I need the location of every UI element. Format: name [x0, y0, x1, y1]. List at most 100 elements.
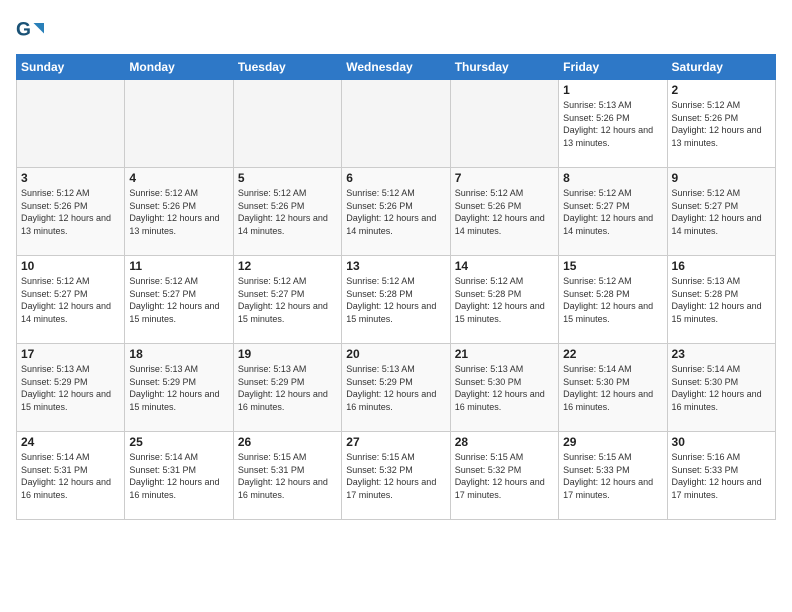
day-info: Sunrise: 5:14 AM Sunset: 5:30 PM Dayligh… — [563, 363, 662, 413]
weekday-header: Wednesday — [342, 55, 450, 80]
calendar-day-cell — [450, 80, 558, 168]
day-number: 25 — [129, 435, 228, 449]
day-number: 24 — [21, 435, 120, 449]
day-number: 17 — [21, 347, 120, 361]
day-info: Sunrise: 5:12 AM Sunset: 5:27 PM Dayligh… — [21, 275, 120, 325]
calendar-day-cell: 9 Sunrise: 5:12 AM Sunset: 5:27 PM Dayli… — [667, 168, 775, 256]
day-info: Sunrise: 5:14 AM Sunset: 5:31 PM Dayligh… — [21, 451, 120, 501]
day-info: Sunrise: 5:12 AM Sunset: 5:27 PM Dayligh… — [129, 275, 228, 325]
calendar-day-cell: 20 Sunrise: 5:13 AM Sunset: 5:29 PM Dayl… — [342, 344, 450, 432]
day-info: Sunrise: 5:12 AM Sunset: 5:27 PM Dayligh… — [238, 275, 337, 325]
day-info: Sunrise: 5:12 AM Sunset: 5:26 PM Dayligh… — [672, 99, 771, 149]
calendar-table: SundayMondayTuesdayWednesdayThursdayFrid… — [16, 54, 776, 520]
weekday-header: Monday — [125, 55, 233, 80]
calendar-day-cell: 23 Sunrise: 5:14 AM Sunset: 5:30 PM Dayl… — [667, 344, 775, 432]
day-number: 9 — [672, 171, 771, 185]
day-number: 14 — [455, 259, 554, 273]
day-number: 6 — [346, 171, 445, 185]
calendar-day-cell — [125, 80, 233, 168]
calendar-day-cell — [233, 80, 341, 168]
calendar-day-cell: 5 Sunrise: 5:12 AM Sunset: 5:26 PM Dayli… — [233, 168, 341, 256]
calendar-day-cell: 30 Sunrise: 5:16 AM Sunset: 5:33 PM Dayl… — [667, 432, 775, 520]
day-info: Sunrise: 5:13 AM Sunset: 5:26 PM Dayligh… — [563, 99, 662, 149]
day-info: Sunrise: 5:15 AM Sunset: 5:32 PM Dayligh… — [455, 451, 554, 501]
day-info: Sunrise: 5:15 AM Sunset: 5:31 PM Dayligh… — [238, 451, 337, 501]
calendar-day-cell: 8 Sunrise: 5:12 AM Sunset: 5:27 PM Dayli… — [559, 168, 667, 256]
day-number: 26 — [238, 435, 337, 449]
day-number: 29 — [563, 435, 662, 449]
day-info: Sunrise: 5:12 AM Sunset: 5:28 PM Dayligh… — [563, 275, 662, 325]
svg-text:G: G — [16, 19, 31, 40]
calendar-day-cell: 19 Sunrise: 5:13 AM Sunset: 5:29 PM Dayl… — [233, 344, 341, 432]
day-info: Sunrise: 5:16 AM Sunset: 5:33 PM Dayligh… — [672, 451, 771, 501]
logo-icon: G — [16, 16, 44, 44]
calendar-week-row: 24 Sunrise: 5:14 AM Sunset: 5:31 PM Dayl… — [17, 432, 776, 520]
day-number: 7 — [455, 171, 554, 185]
calendar-day-cell: 26 Sunrise: 5:15 AM Sunset: 5:31 PM Dayl… — [233, 432, 341, 520]
day-info: Sunrise: 5:12 AM Sunset: 5:27 PM Dayligh… — [563, 187, 662, 237]
day-info: Sunrise: 5:14 AM Sunset: 5:31 PM Dayligh… — [129, 451, 228, 501]
day-info: Sunrise: 5:12 AM Sunset: 5:28 PM Dayligh… — [455, 275, 554, 325]
calendar-day-cell: 27 Sunrise: 5:15 AM Sunset: 5:32 PM Dayl… — [342, 432, 450, 520]
day-info: Sunrise: 5:13 AM Sunset: 5:28 PM Dayligh… — [672, 275, 771, 325]
weekday-header: Thursday — [450, 55, 558, 80]
day-info: Sunrise: 5:13 AM Sunset: 5:29 PM Dayligh… — [129, 363, 228, 413]
day-number: 27 — [346, 435, 445, 449]
weekday-header: Saturday — [667, 55, 775, 80]
calendar-day-cell — [342, 80, 450, 168]
day-info: Sunrise: 5:12 AM Sunset: 5:26 PM Dayligh… — [21, 187, 120, 237]
day-info: Sunrise: 5:15 AM Sunset: 5:33 PM Dayligh… — [563, 451, 662, 501]
day-number: 5 — [238, 171, 337, 185]
day-info: Sunrise: 5:12 AM Sunset: 5:27 PM Dayligh… — [672, 187, 771, 237]
day-info: Sunrise: 5:13 AM Sunset: 5:29 PM Dayligh… — [238, 363, 337, 413]
calendar-day-cell: 11 Sunrise: 5:12 AM Sunset: 5:27 PM Dayl… — [125, 256, 233, 344]
day-number: 30 — [672, 435, 771, 449]
calendar-day-cell: 18 Sunrise: 5:13 AM Sunset: 5:29 PM Dayl… — [125, 344, 233, 432]
calendar-week-row: 10 Sunrise: 5:12 AM Sunset: 5:27 PM Dayl… — [17, 256, 776, 344]
weekday-header: Sunday — [17, 55, 125, 80]
calendar-day-cell: 3 Sunrise: 5:12 AM Sunset: 5:26 PM Dayli… — [17, 168, 125, 256]
day-info: Sunrise: 5:12 AM Sunset: 5:28 PM Dayligh… — [346, 275, 445, 325]
day-number: 2 — [672, 83, 771, 97]
logo: G — [16, 16, 48, 44]
calendar-day-cell — [17, 80, 125, 168]
day-number: 15 — [563, 259, 662, 273]
day-number: 12 — [238, 259, 337, 273]
calendar-day-cell: 7 Sunrise: 5:12 AM Sunset: 5:26 PM Dayli… — [450, 168, 558, 256]
day-number: 28 — [455, 435, 554, 449]
day-number: 22 — [563, 347, 662, 361]
day-info: Sunrise: 5:13 AM Sunset: 5:29 PM Dayligh… — [346, 363, 445, 413]
calendar-week-row: 17 Sunrise: 5:13 AM Sunset: 5:29 PM Dayl… — [17, 344, 776, 432]
day-info: Sunrise: 5:12 AM Sunset: 5:26 PM Dayligh… — [129, 187, 228, 237]
day-number: 20 — [346, 347, 445, 361]
day-number: 8 — [563, 171, 662, 185]
calendar-day-cell: 6 Sunrise: 5:12 AM Sunset: 5:26 PM Dayli… — [342, 168, 450, 256]
day-number: 11 — [129, 259, 228, 273]
calendar-day-cell: 2 Sunrise: 5:12 AM Sunset: 5:26 PM Dayli… — [667, 80, 775, 168]
calendar-day-cell: 16 Sunrise: 5:13 AM Sunset: 5:28 PM Dayl… — [667, 256, 775, 344]
calendar-day-cell: 14 Sunrise: 5:12 AM Sunset: 5:28 PM Dayl… — [450, 256, 558, 344]
calendar-day-cell: 28 Sunrise: 5:15 AM Sunset: 5:32 PM Dayl… — [450, 432, 558, 520]
calendar-day-cell: 13 Sunrise: 5:12 AM Sunset: 5:28 PM Dayl… — [342, 256, 450, 344]
calendar-day-cell: 17 Sunrise: 5:13 AM Sunset: 5:29 PM Dayl… — [17, 344, 125, 432]
day-number: 1 — [563, 83, 662, 97]
calendar-week-row: 1 Sunrise: 5:13 AM Sunset: 5:26 PM Dayli… — [17, 80, 776, 168]
day-info: Sunrise: 5:13 AM Sunset: 5:30 PM Dayligh… — [455, 363, 554, 413]
day-number: 21 — [455, 347, 554, 361]
calendar-week-row: 3 Sunrise: 5:12 AM Sunset: 5:26 PM Dayli… — [17, 168, 776, 256]
calendar-day-cell: 10 Sunrise: 5:12 AM Sunset: 5:27 PM Dayl… — [17, 256, 125, 344]
day-number: 4 — [129, 171, 228, 185]
day-number: 10 — [21, 259, 120, 273]
day-number: 18 — [129, 347, 228, 361]
weekday-header: Tuesday — [233, 55, 341, 80]
calendar-day-cell: 1 Sunrise: 5:13 AM Sunset: 5:26 PM Dayli… — [559, 80, 667, 168]
day-number: 19 — [238, 347, 337, 361]
day-info: Sunrise: 5:15 AM Sunset: 5:32 PM Dayligh… — [346, 451, 445, 501]
calendar-day-cell: 4 Sunrise: 5:12 AM Sunset: 5:26 PM Dayli… — [125, 168, 233, 256]
calendar-day-cell: 22 Sunrise: 5:14 AM Sunset: 5:30 PM Dayl… — [559, 344, 667, 432]
day-info: Sunrise: 5:13 AM Sunset: 5:29 PM Dayligh… — [21, 363, 120, 413]
day-number: 16 — [672, 259, 771, 273]
day-number: 3 — [21, 171, 120, 185]
calendar-day-cell: 12 Sunrise: 5:12 AM Sunset: 5:27 PM Dayl… — [233, 256, 341, 344]
calendar-header-row: SundayMondayTuesdayWednesdayThursdayFrid… — [17, 55, 776, 80]
